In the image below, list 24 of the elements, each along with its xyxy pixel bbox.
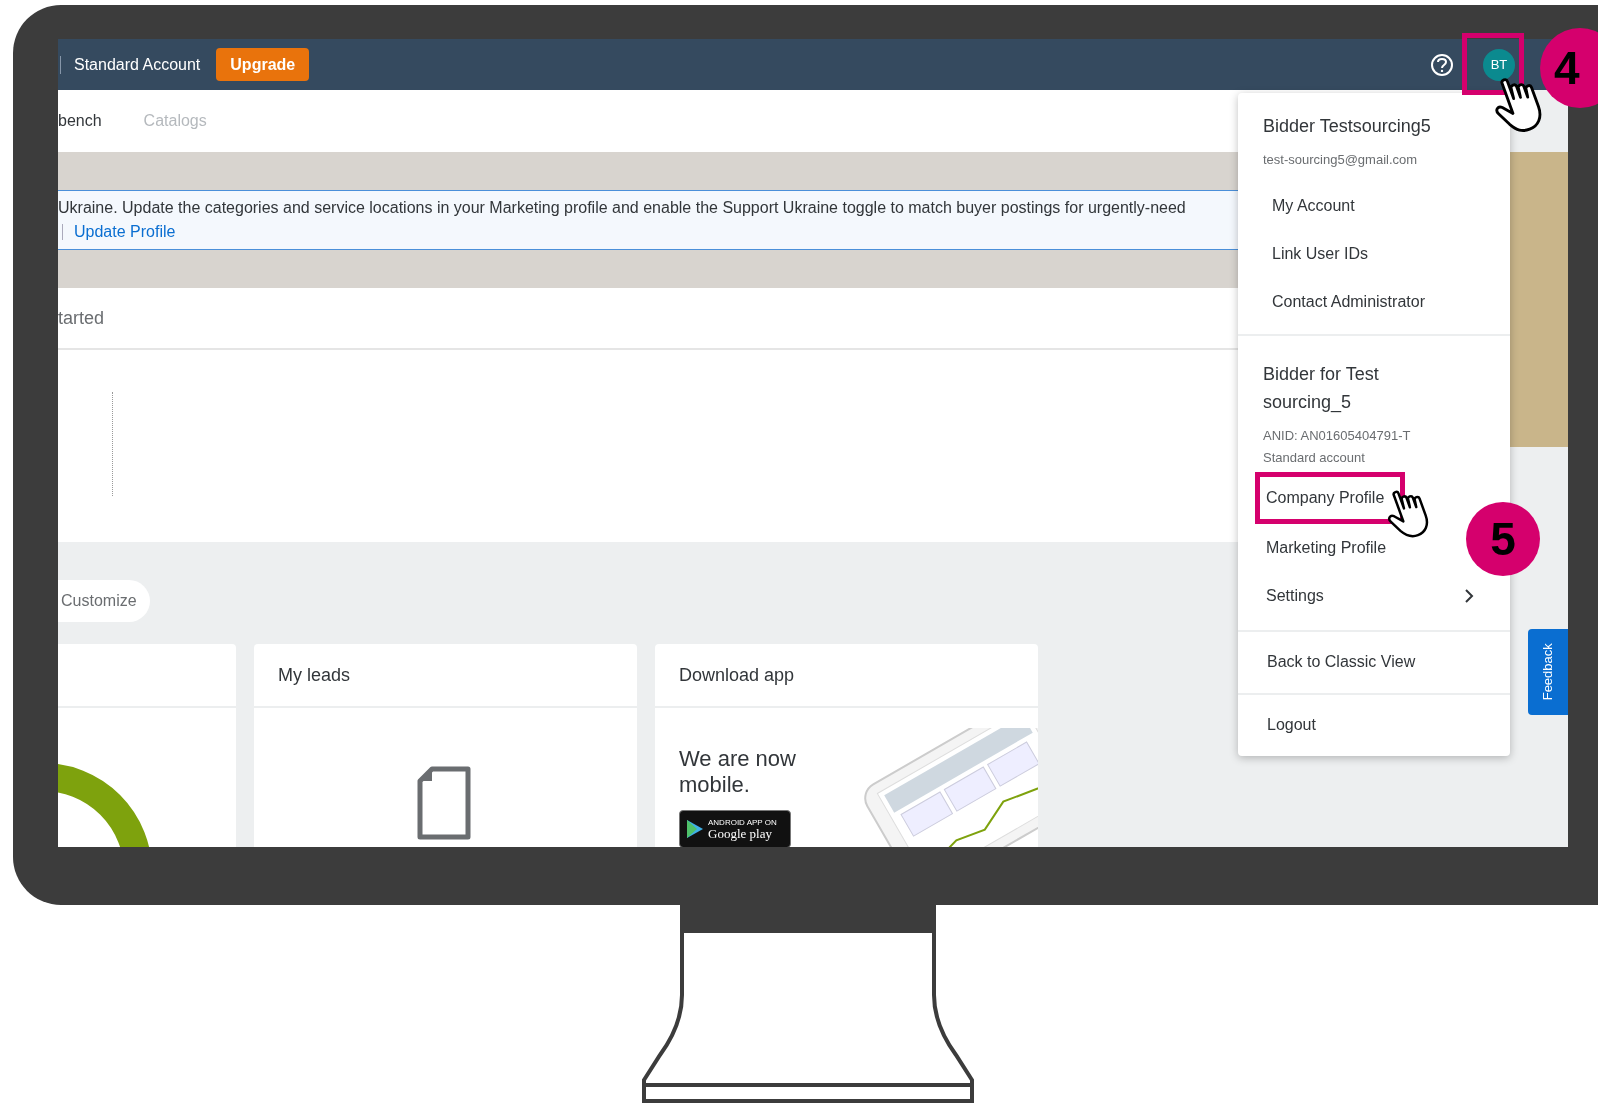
customize-button[interactable]: Customize	[58, 580, 150, 622]
menu-item[interactable]: Back to Classic View	[1238, 629, 1510, 693]
user-name: Bidder Testsourcing5	[1263, 115, 1432, 138]
app-promo-text: We are now mobile.	[679, 746, 797, 798]
account-type-label: Standard Account	[74, 54, 201, 75]
update-profile-link[interactable]: Update Profile	[74, 220, 176, 244]
feedback-tab[interactable]: Feedback	[1528, 629, 1568, 715]
google-play-badge[interactable]: ANDROID APP ON Google play	[679, 810, 791, 847]
menu-item[interactable]: Link User IDs	[1263, 229, 1485, 278]
user-email: test-sourcing5@gmail.com	[1263, 151, 1419, 169]
menu-item[interactable]: Logout	[1238, 692, 1510, 756]
menu-item[interactable]: My Account	[1263, 181, 1485, 230]
section-title: tarted	[58, 306, 105, 330]
organization-name: Bidder for Test sourcing_5	[1263, 362, 1380, 415]
banner-message: Ukraine. Update the categories and service locations in your Marketing profile and enable the Support Ukraine toggle to match buyer postings for urgently-need	[58, 198, 1186, 218]
avatar[interactable]: BT	[1483, 48, 1515, 81]
store-caption: ANDROID APP ON	[708, 818, 777, 827]
card-title: My leads	[278, 663, 351, 687]
menu-item[interactable]: Contact Administrator	[1263, 277, 1485, 326]
account-type-label: Standard account	[1263, 449, 1366, 467]
store-name: Google play	[708, 826, 773, 840]
nav-tab[interactable]: bench	[58, 109, 102, 133]
card-title: Download app	[679, 663, 795, 687]
anid-label: ANID: AN01605404791-T	[1263, 426, 1412, 445]
